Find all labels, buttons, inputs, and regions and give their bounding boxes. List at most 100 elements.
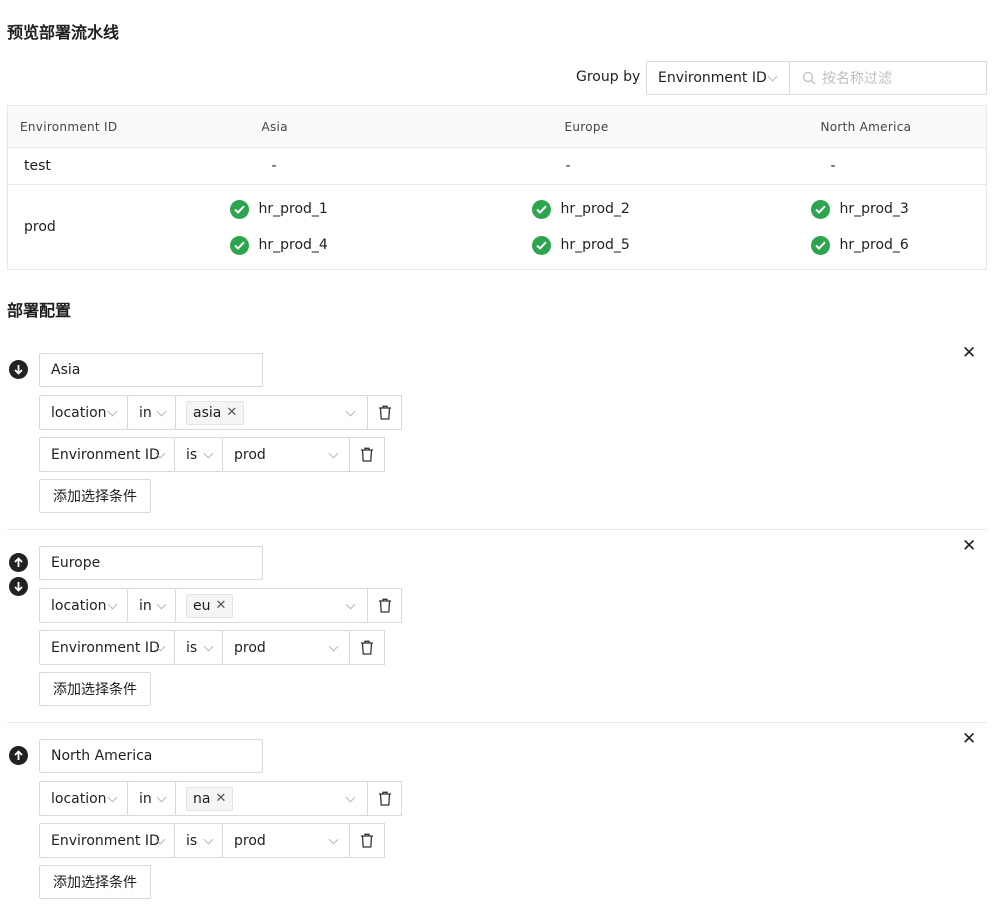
chevron-down-icon: [107, 406, 118, 417]
condition-value-select[interactable]: asia ✕: [175, 395, 368, 430]
condition-op-select[interactable]: in: [127, 781, 176, 816]
trash-icon: [378, 405, 391, 420]
chevron-down-icon: [156, 792, 167, 803]
deploy-cell: hr_prod_2 hr_prod_5: [377, 184, 718, 270]
move-down-icon[interactable]: [9, 577, 28, 596]
condition-key-select[interactable]: Environment ID: [39, 630, 175, 665]
condition-value: prod: [234, 832, 266, 849]
close-icon[interactable]: ✕: [962, 729, 976, 749]
condition-op-select[interactable]: in: [127, 588, 176, 623]
search-icon: [802, 71, 816, 85]
tag-remove-icon[interactable]: ✕: [216, 598, 227, 613]
check-circle-icon: [531, 235, 551, 255]
filter-input[interactable]: 按名称过滤: [789, 61, 987, 95]
tag-remove-icon[interactable]: ✕: [226, 405, 237, 420]
chevron-down-icon: [203, 641, 214, 652]
group-by-select[interactable]: Environment ID: [646, 61, 790, 95]
trash-icon: [378, 791, 391, 806]
env-cell: prod: [7, 184, 198, 270]
condition-op-select[interactable]: is: [174, 823, 223, 858]
deployment-item[interactable]: hr_prod_4: [229, 227, 378, 263]
condition-op-select[interactable]: is: [174, 437, 223, 472]
table-row: test - - -: [7, 147, 987, 185]
deployment-item[interactable]: hr_prod_1: [229, 191, 378, 227]
move-up-icon[interactable]: [9, 746, 28, 765]
trash-icon: [361, 833, 373, 848]
col-header: Environment ID: [7, 105, 198, 148]
add-condition-button[interactable]: 添加选择条件: [39, 479, 151, 513]
chevron-down-icon: [203, 834, 214, 845]
check-circle-icon: [810, 235, 830, 255]
check-circle-icon: [810, 199, 830, 219]
deployment-name: hr_prod_2: [560, 201, 630, 217]
condition-op-value: in: [139, 790, 152, 807]
condition-key-value: Environment ID: [51, 832, 160, 849]
delete-condition-button[interactable]: [349, 630, 385, 665]
deployment-item[interactable]: hr_prod_3: [810, 191, 987, 227]
condition-op-select[interactable]: in: [127, 395, 176, 430]
tag-label: asia: [193, 404, 222, 421]
cell-empty: -: [377, 147, 718, 185]
trash-icon: [378, 598, 391, 613]
tag-label: eu: [193, 597, 211, 614]
condition-value-select[interactable]: eu ✕: [175, 588, 368, 623]
deployment-name: hr_prod_3: [839, 201, 909, 217]
group-name-input[interactable]: Europe: [39, 546, 263, 580]
group-by-value: Environment ID: [658, 70, 767, 86]
config-title: 部署配置: [7, 301, 72, 320]
condition-key-select[interactable]: Environment ID: [39, 823, 175, 858]
delete-condition-button[interactable]: [349, 823, 385, 858]
delete-condition-button[interactable]: [367, 781, 402, 816]
group-name-input[interactable]: North America: [39, 739, 263, 773]
condition-key-value: Environment ID: [51, 639, 160, 656]
condition-key-select[interactable]: location: [39, 395, 128, 430]
add-condition-button[interactable]: 添加选择条件: [39, 865, 151, 899]
divider: [7, 722, 987, 723]
check-circle-icon: [531, 199, 551, 219]
condition-op-value: is: [186, 832, 198, 849]
close-icon[interactable]: ✕: [962, 536, 976, 556]
condition-key-select[interactable]: Environment ID: [39, 437, 175, 472]
condition-op-value: in: [139, 597, 152, 614]
move-up-icon[interactable]: [9, 553, 28, 572]
condition-value-select[interactable]: prod: [222, 437, 350, 472]
chevron-down-icon: [328, 834, 339, 845]
chevron-down-icon: [328, 448, 339, 459]
condition-value-select[interactable]: prod: [222, 823, 350, 858]
cell-empty: -: [717, 147, 987, 185]
condition-op-select[interactable]: is: [174, 630, 223, 665]
condition-key-select[interactable]: location: [39, 588, 128, 623]
table-header-row: Environment ID Asia Europe North America: [7, 105, 987, 148]
group-name-input[interactable]: Asia: [39, 353, 263, 387]
deployment-item[interactable]: hr_prod_2: [531, 191, 718, 227]
condition-value-select[interactable]: na ✕: [175, 781, 368, 816]
deployment-item[interactable]: hr_prod_5: [531, 227, 718, 263]
add-condition-button[interactable]: 添加选择条件: [39, 672, 151, 706]
condition-op-value: is: [186, 639, 198, 656]
delete-condition-button[interactable]: [349, 437, 385, 472]
tag-label: na: [193, 790, 211, 807]
chevron-down-icon: [767, 71, 778, 82]
check-circle-icon: [229, 235, 249, 255]
condition-value-select[interactable]: prod: [222, 630, 350, 665]
deployment-item[interactable]: hr_prod_6: [810, 227, 987, 263]
delete-condition-button[interactable]: [367, 395, 402, 430]
delete-condition-button[interactable]: [367, 588, 402, 623]
table-row: prod hr_prod_1 hr_prod_4 hr_prod_2 hr_pr…: [7, 184, 987, 270]
condition-key-value: location: [51, 790, 107, 807]
env-cell: test: [7, 147, 198, 185]
deployment-name: hr_prod_6: [839, 237, 909, 253]
move-down-icon[interactable]: [9, 360, 28, 379]
condition-value: prod: [234, 639, 266, 656]
chevron-down-icon: [107, 792, 118, 803]
tag-remove-icon[interactable]: ✕: [215, 791, 226, 806]
close-icon[interactable]: ✕: [962, 343, 976, 363]
condition-key-select[interactable]: location: [39, 781, 128, 816]
chevron-down-icon: [345, 792, 356, 803]
condition-key-value: location: [51, 597, 107, 614]
deploy-cell: hr_prod_1 hr_prod_4: [197, 184, 378, 270]
condition-value: prod: [234, 446, 266, 463]
deployment-name: hr_prod_1: [258, 201, 328, 217]
trash-icon: [361, 640, 373, 655]
deployment-name: hr_prod_5: [560, 237, 630, 253]
